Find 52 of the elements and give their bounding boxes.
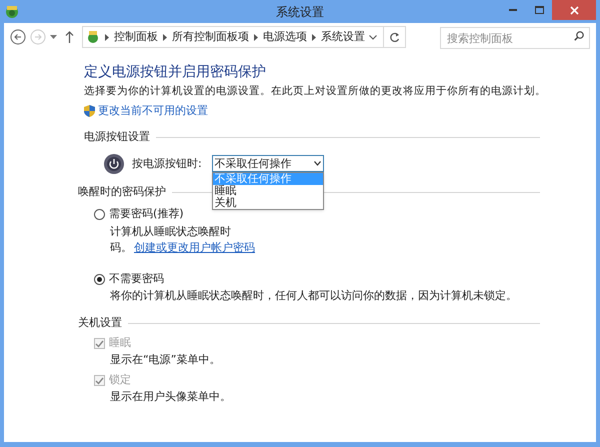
option-description: 码。 xyxy=(110,240,132,256)
option-description: 计算机从睡眠状态唤醒时 xyxy=(110,224,232,240)
back-icon xyxy=(10,29,26,45)
shield-icon xyxy=(84,105,95,117)
option-description: 显示在用户头像菜单中。 xyxy=(110,388,232,405)
section-title: 关机设置 xyxy=(78,314,122,331)
refresh-icon[interactable] xyxy=(389,32,400,42)
dropdown-option[interactable]: 睡眠 xyxy=(212,185,323,198)
window-title: 系统设置 xyxy=(276,4,324,20)
chevron-icon xyxy=(105,34,109,40)
back-button[interactable] xyxy=(10,29,26,45)
maximize-icon xyxy=(534,6,544,14)
power-icon xyxy=(104,154,124,174)
page-description: 选择要为你的计算机设置的电源设置。在此页上对设置所做的更改将应用于你所有的电源计划。 xyxy=(84,84,547,99)
chevron-down-icon[interactable] xyxy=(369,34,377,40)
forward-icon xyxy=(30,29,46,45)
address-bar[interactable]: 控制面板 所有控制面板项 电源选项 系统设置 xyxy=(82,26,406,48)
change-settings-link[interactable]: 更改当前不可用的设置 xyxy=(98,102,208,120)
dropdown-option[interactable]: 关机 xyxy=(212,197,323,210)
radio-label: 不需要密码 xyxy=(109,270,164,287)
caret-icon xyxy=(50,35,57,39)
up-arrow-icon xyxy=(65,31,74,43)
option-description: 将你的计算机从睡眠状态唤醒时，任何人都可以访问你的数据，因为计算机未锁定。 xyxy=(110,288,518,304)
breadcrumb-item[interactable]: 电源选项 xyxy=(263,28,307,46)
page-heading: 定义电源按钮并启用密码保护 xyxy=(84,63,267,81)
power-action-dropdown[interactable]: 不采取任何操作 xyxy=(212,155,324,172)
minimize-icon xyxy=(509,9,517,11)
search-field[interactable]: 搜索控制面板 xyxy=(440,27,590,50)
app-icon xyxy=(4,4,20,19)
close-icon xyxy=(570,6,578,14)
section-title: 电源按钮设置 xyxy=(84,129,150,146)
chevron-icon xyxy=(163,34,167,40)
power-button-label: 按电源按钮时: xyxy=(132,156,202,172)
chevron-icon xyxy=(254,34,258,40)
checkbox-label: 睡眠 xyxy=(109,335,131,352)
option-description: 显示在“电源”菜单中。 xyxy=(110,352,222,368)
radio-label: 需要密码(推荐) xyxy=(109,206,184,222)
radio-button[interactable] xyxy=(94,274,105,284)
breadcrumb-item[interactable]: 控制面板 xyxy=(114,28,158,46)
search-icon xyxy=(574,30,584,41)
radio-button[interactable] xyxy=(94,209,105,220)
breadcrumb-item[interactable]: 所有控制面板项 xyxy=(172,28,249,46)
account-password-link[interactable]: 创建或更改用户帐户密码 xyxy=(134,240,255,257)
close-button[interactable] xyxy=(552,0,596,20)
control-panel-icon xyxy=(86,30,100,44)
chevron-down-icon xyxy=(314,161,321,166)
up-button[interactable] xyxy=(65,31,74,43)
section-title: 唤醒时的密码保护 xyxy=(78,184,166,200)
breadcrumb-item[interactable]: 系统设置 xyxy=(321,28,365,46)
history-dropdown[interactable] xyxy=(50,35,57,39)
checkbox-label: 锁定 xyxy=(109,372,131,388)
chevron-icon xyxy=(312,34,316,40)
